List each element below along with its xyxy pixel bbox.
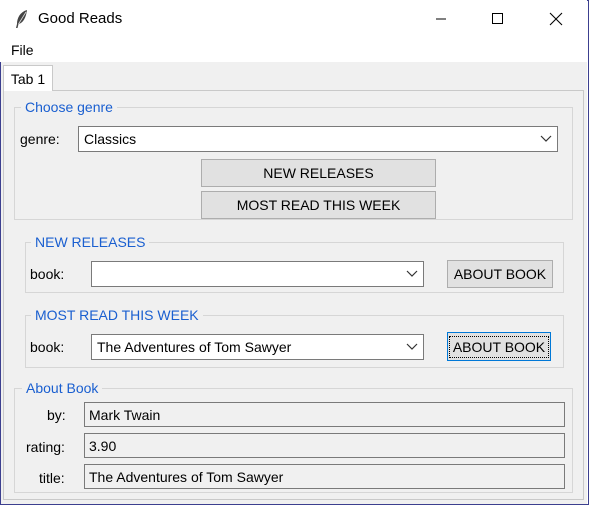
by-label: by: (47, 407, 66, 423)
most-read-book-value: The Adventures of Tom Sawyer (97, 339, 292, 355)
close-button[interactable] (533, 0, 579, 38)
new-releases-about-button[interactable]: ABOUT BOOK (447, 260, 553, 288)
most-read-title: MOST READ THIS WEEK (31, 307, 203, 323)
most-read-book-label: book: (30, 339, 65, 355)
most-read-button[interactable]: MOST READ THIS WEEK (201, 191, 436, 219)
chevron-down-icon[interactable] (535, 127, 557, 151)
by-field[interactable]: Mark Twain (84, 402, 565, 427)
most-read-about-button[interactable]: ABOUT BOOK (447, 332, 551, 361)
title-label: title: (39, 470, 65, 486)
rating-label: rating: (26, 439, 65, 455)
about-book-title: About Book (22, 380, 103, 396)
choose-genre-title: Choose genre (21, 99, 117, 115)
most-read-book-combobox[interactable]: The Adventures of Tom Sawyer (91, 334, 424, 360)
menu-file[interactable]: File (11, 42, 34, 58)
most-read-about-label: ABOUT BOOK (448, 335, 550, 358)
genre-value: Classics (84, 131, 137, 147)
new-releases-book-label: book: (30, 266, 65, 282)
tab-1[interactable]: Tab 1 (3, 65, 53, 91)
genre-label: genre: (20, 131, 60, 147)
feather-icon (16, 10, 27, 28)
menu-bar (0, 38, 587, 62)
new-releases-button[interactable]: NEW RELEASES (201, 159, 436, 187)
chevron-down-icon[interactable] (401, 335, 423, 359)
title-field[interactable]: The Adventures of Tom Sawyer (84, 464, 565, 489)
minimize-icon (436, 18, 446, 20)
maximize-icon (492, 13, 503, 24)
new-releases-book-combobox[interactable] (91, 261, 424, 287)
maximize-button[interactable] (475, 0, 521, 38)
minimize-button[interactable] (418, 0, 464, 38)
chevron-down-icon[interactable] (401, 262, 423, 286)
window-title: Good Reads (38, 10, 123, 27)
close-icon (549, 12, 563, 26)
new-releases-title: NEW RELEASES (31, 234, 150, 250)
rating-field[interactable]: 3.90 (84, 433, 565, 458)
genre-combobox[interactable]: Classics (78, 126, 558, 152)
